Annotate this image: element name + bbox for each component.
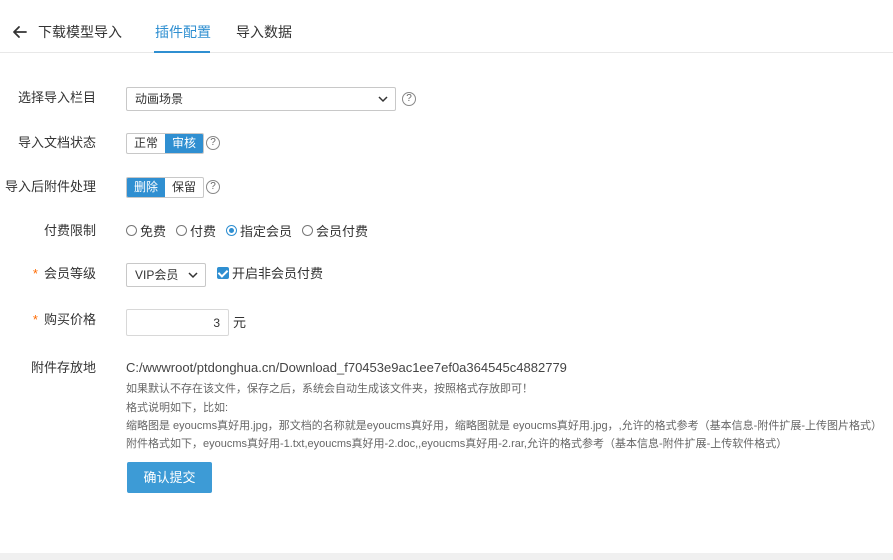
radio-dot <box>302 224 314 236</box>
price-unit: 元 <box>233 315 247 330</box>
storage-note: 格式说明如下，比如: <box>126 402 229 414</box>
top-header: 下载模型导入 插件配置 导入数据 <box>0 0 893 53</box>
radio-free[interactable]: 免费 <box>126 221 166 240</box>
doc-status-toggle: 正常 审核 <box>126 133 204 154</box>
member-level-value: VIP会员 <box>135 268 179 282</box>
active-tab-indicator <box>154 51 210 53</box>
chevron-down-icon <box>188 272 198 279</box>
attachment-delete[interactable]: 删除 <box>127 178 165 197</box>
price-text: 购买价格 <box>43 312 96 327</box>
required-asterisk: * <box>32 266 38 281</box>
column-select-value: 动画场景 <box>135 92 184 106</box>
non-member-pay-checkbox[interactable] <box>217 267 229 279</box>
storage-path: C:/wwwroot/ptdonghua.cn/Download_f70453e… <box>126 360 567 375</box>
radio-label: 指定会员 <box>240 223 293 239</box>
submit-button[interactable]: 确认提交 <box>127 462 212 493</box>
storage-note: 缩略图是 eyoucms真好用.jpg，那文档的名称就是eyoucms真好用，缩… <box>126 420 883 432</box>
price-label: * 购买价格 <box>0 312 96 328</box>
radio-label: 付费 <box>190 223 217 239</box>
storage-note: 附件格式如下，eyoucms真好用-1.txt,eyoucms真好用-2.doc… <box>126 438 788 450</box>
doc-status-review[interactable]: 审核 <box>165 134 203 153</box>
bottom-divider <box>0 553 893 560</box>
radio-label: 会员付费 <box>316 223 369 239</box>
price-input[interactable]: 3 <box>126 309 229 336</box>
radio-dot <box>126 224 137 236</box>
non-member-pay-label: 开启非会员付费 <box>232 266 324 281</box>
page-title: 下载模型导入 <box>38 24 122 40</box>
radio-paid[interactable]: 付费 <box>176 221 216 240</box>
storage-note: 如果默认不存在该文件，保存之后，系统会自动生成该文件夹，按照格式存放即可！ <box>126 383 533 395</box>
pay-limit-label: 付费限制 <box>43 223 96 238</box>
member-level-label: * 会员等级 <box>0 266 96 282</box>
attachment-toggle: 删除 保留 <box>126 177 204 198</box>
column-select[interactable]: 动画场景 <box>126 87 396 111</box>
tab-plugin-config[interactable]: 插件配置 <box>155 24 211 40</box>
radio-member-paid[interactable]: 会员付费 <box>302 221 368 240</box>
doc-status-normal[interactable]: 正常 <box>127 134 165 153</box>
member-level-select[interactable]: VIP会员 <box>126 263 206 287</box>
help-icon[interactable]: ? <box>206 180 220 194</box>
radio-dot <box>176 224 188 236</box>
help-icon[interactable]: ? <box>402 92 416 106</box>
attachment-keep[interactable]: 保留 <box>165 178 203 197</box>
member-level-text: 会员等级 <box>43 266 96 281</box>
column-label: 选择导入栏目 <box>17 90 96 105</box>
required-asterisk: * <box>32 312 38 327</box>
help-icon[interactable]: ? <box>206 136 220 150</box>
chevron-down-icon <box>378 96 388 103</box>
radio-member-only[interactable]: 指定会员 <box>226 221 292 240</box>
doc-status-label: 导入文档状态 <box>17 135 96 150</box>
radio-label: 免费 <box>140 223 167 239</box>
radio-dot-checked <box>226 224 238 236</box>
attachment-label: 导入后附件处理 <box>4 179 96 194</box>
pay-limit-radios: 免费 付费 指定会员 会员付费 <box>126 221 378 240</box>
tab-import-data[interactable]: 导入数据 <box>236 24 292 40</box>
storage-label: 附件存放地 <box>30 360 96 375</box>
arrow-left-icon[interactable] <box>12 24 28 40</box>
